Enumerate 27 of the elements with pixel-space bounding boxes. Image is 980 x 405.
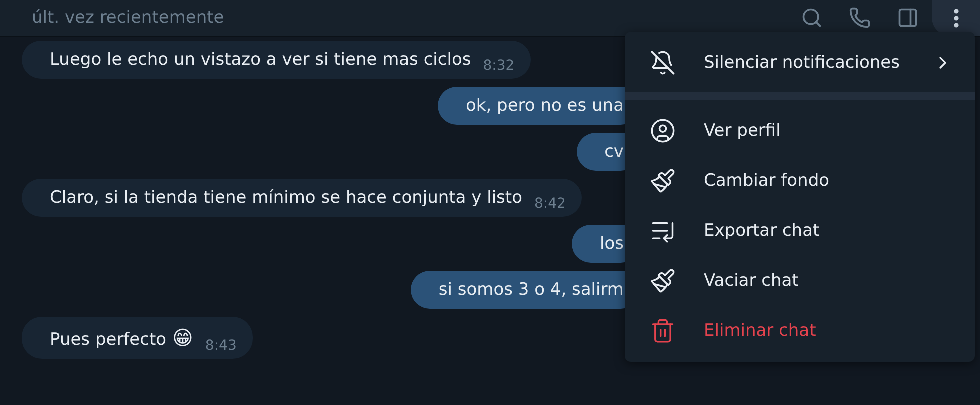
side-panel-icon xyxy=(897,7,919,29)
message-text: los xyxy=(600,234,624,254)
message-text: Pues perfecto 😁 xyxy=(50,326,194,350)
menu-item[interactable]: Exportar chat xyxy=(625,206,975,256)
message-time: 8:42 xyxy=(534,196,566,212)
menu-item[interactable]: Ver perfil xyxy=(625,106,975,156)
message-time: 8:43 xyxy=(205,338,237,354)
message-text: ok, pero no es una xyxy=(466,96,624,116)
more-icon xyxy=(954,8,958,28)
brush-icon xyxy=(650,168,676,194)
menu-item[interactable]: Vaciar chat xyxy=(625,256,975,306)
menu-item[interactable]: Silenciar notificaciones xyxy=(625,38,975,88)
menu-item[interactable]: Eliminar chat xyxy=(625,306,975,356)
user-circle-icon xyxy=(650,118,676,144)
message-text: Luego le echo un vistazo a ver si tiene mas ciclos xyxy=(50,50,472,70)
more-menu-button[interactable] xyxy=(932,0,980,36)
phone-icon xyxy=(849,7,871,29)
message-text: cv xyxy=(604,142,624,162)
message-time: 8:32 xyxy=(483,58,515,74)
muted-bell-icon xyxy=(650,50,676,76)
message-text: Claro, si la tienda tiene mínimo se hace conjunta y listo xyxy=(50,188,522,208)
message-text: si somos 3 o 4, salirm xyxy=(438,280,624,300)
trash-icon xyxy=(650,318,676,344)
search-icon xyxy=(801,7,823,29)
last-seen-status: últ. vez recientemente xyxy=(32,8,226,28)
emoji: 😁 xyxy=(172,326,194,350)
menu-item[interactable]: Cambiar fondo xyxy=(625,156,975,206)
